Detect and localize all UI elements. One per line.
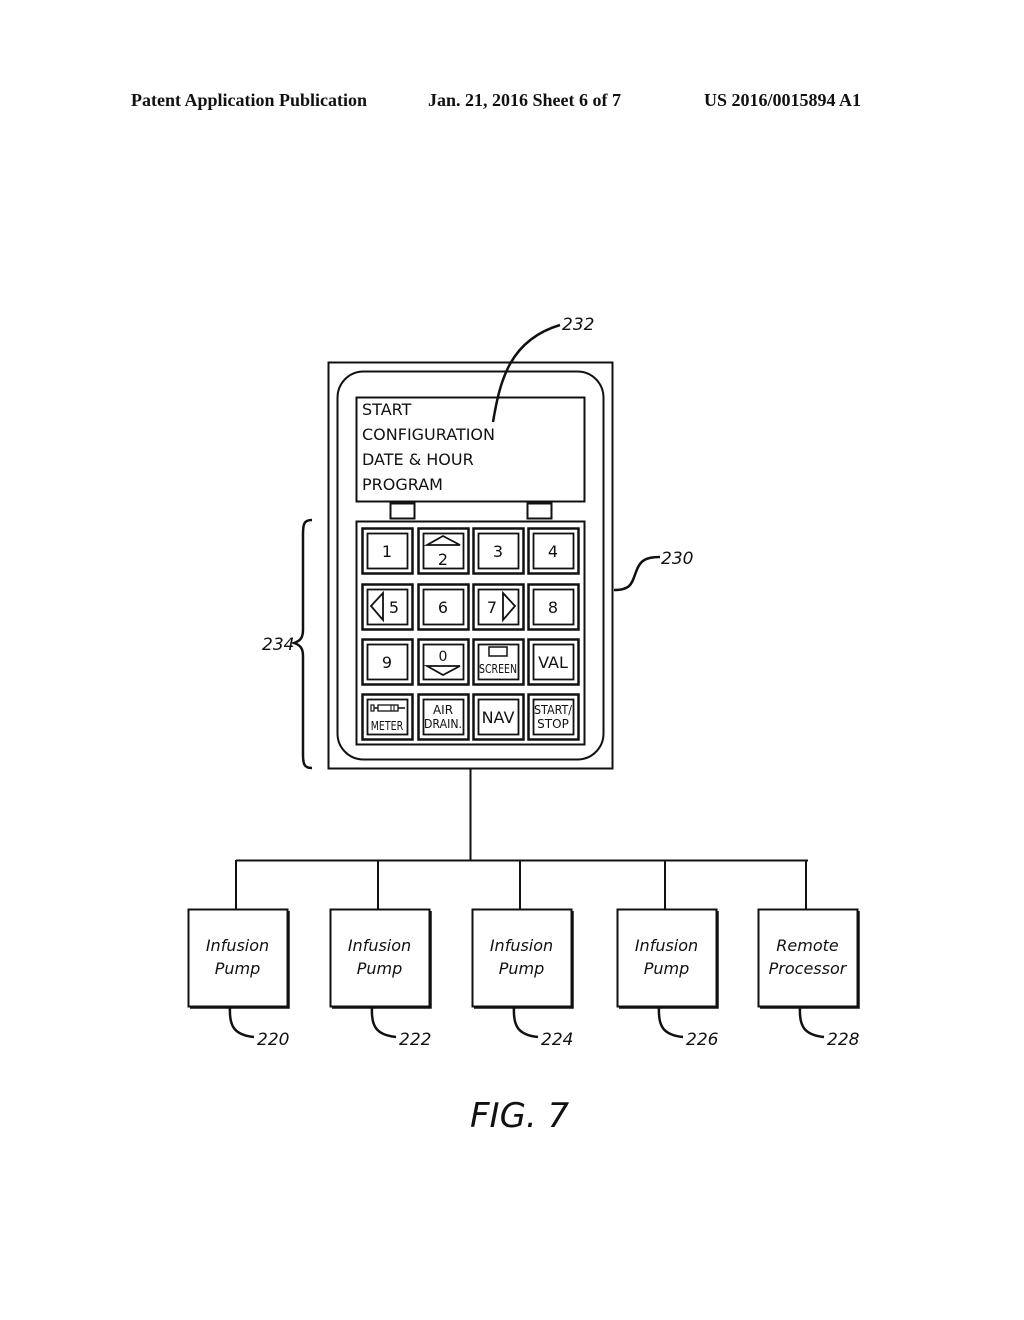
node-label-line1: Infusion [206, 936, 269, 955]
ref-label: 228 [827, 1030, 860, 1050]
infusion-pump-node: Infusion Pump 220 [187, 860, 290, 1050]
infusion-pump-node: Infusion Pump 224 [471, 860, 574, 1050]
connected-devices: Infusion Pump 220 Infusion Pump 222 Infusion Pu… [187, 860, 860, 1050]
figure-diagram: STARTCONFIGURATIONDATE & HOURPROGRAM 123… [187, 315, 860, 1136]
key-label: 5 [389, 598, 399, 617]
leader-line-230 [613, 555, 661, 592]
key-8[interactable]: 8 [527, 583, 580, 631]
leader-line [657, 1006, 684, 1039]
key-5[interactable]: 5 [361, 583, 414, 631]
ref-label: 224 [541, 1030, 573, 1050]
brace-234 [290, 518, 313, 770]
key-9[interactable]: 9 [361, 638, 414, 686]
node-label-line1: Infusion [490, 936, 553, 955]
leader-line [370, 1006, 397, 1039]
syringe-icon [370, 704, 405, 712]
leader-line [228, 1006, 255, 1039]
node-box [616, 908, 718, 1008]
up-arrow-icon [423, 534, 461, 546]
key-label: 9 [382, 653, 392, 672]
key-air-drain[interactable]: AIRDRAIN. [417, 693, 470, 741]
key-label: 0 [439, 649, 448, 665]
node-box [757, 908, 859, 1008]
key-screen[interactable]: SCREEN [472, 638, 525, 686]
screen-menu: START CONFIGURATION DATE & HOUR PROGRAM [362, 400, 495, 494]
node-label-line2: Pump [215, 959, 261, 978]
key-outer-border [361, 583, 414, 631]
key-1[interactable]: 1 [361, 527, 414, 575]
key-inner-border [366, 588, 409, 626]
infusion-pump-node: Infusion Pump 226 [616, 860, 719, 1050]
node-label-line2: Processor [769, 959, 848, 978]
node-label-line1: Infusion [635, 936, 698, 955]
keypad: 1 2 3 4 5 6 7 8 9 0 SCREEN VAL METER AIRDRAIN. NAV STAR… [361, 527, 580, 741]
key-3[interactable]: 3 [472, 527, 525, 575]
key-label: 8 [548, 598, 558, 617]
key-7[interactable]: 7 [472, 583, 525, 631]
key-val[interactable]: VAL [527, 638, 580, 686]
key-label: 2 [438, 550, 448, 569]
screen-menu-item: CONFIGURATION [362, 425, 495, 444]
key-outer-border [472, 583, 525, 631]
screen-tab-right [526, 502, 553, 520]
screen-menu-item: DATE & HOUR [362, 450, 474, 469]
key-label: START/ [534, 703, 573, 717]
ref-label-232: 232 [562, 315, 594, 335]
node-label-line1: Remote [776, 936, 839, 955]
key-2[interactable]: 2 [417, 527, 470, 575]
leader-line [512, 1006, 539, 1039]
node-label-line2: Pump [357, 959, 403, 978]
ref-label-230: 230 [661, 549, 693, 569]
down-arrow-icon [423, 665, 461, 677]
screen-menu-item: PROGRAM [362, 475, 443, 494]
key-4[interactable]: 4 [527, 527, 580, 575]
key-0[interactable]: 0 [417, 638, 470, 686]
key-label: 4 [548, 542, 558, 561]
key-label: METER [371, 719, 404, 733]
key-inner-border [477, 588, 520, 626]
key-label: DRAIN. [424, 717, 462, 731]
infusion-pump-node: Infusion Pump 222 [329, 860, 432, 1050]
screen-tab-left [389, 502, 416, 520]
right-arrow-icon [502, 590, 517, 623]
screen-icon [488, 646, 508, 657]
key-label: 6 [438, 598, 448, 617]
remote-processor-node: Remote Processor 228 [757, 860, 860, 1050]
key-label: NAV [482, 708, 515, 727]
key-meter[interactable]: METER [361, 693, 414, 741]
key-label: STOP [537, 717, 569, 731]
node-label-line1: Infusion [348, 936, 411, 955]
node-box [471, 908, 573, 1008]
ref-label: 222 [399, 1030, 431, 1050]
key-label: 7 [487, 598, 497, 617]
key-label: AIR [433, 703, 453, 717]
node-label-line2: Pump [644, 959, 690, 978]
key-6[interactable]: 6 [417, 583, 470, 631]
control-device: START CONFIGURATION DATE & HOUR PROGRAM 1 2 3… [327, 361, 614, 770]
leader-line-232 [491, 323, 561, 423]
key-label: 1 [382, 542, 392, 561]
figure-label: FIG. 7 [470, 1096, 570, 1136]
ref-label-234: 234 [262, 635, 294, 655]
leader-line [798, 1006, 825, 1039]
node-label-line2: Pump [499, 959, 545, 978]
key-label: VAL [538, 653, 568, 672]
ref-label: 226 [686, 1030, 719, 1050]
key-label: 3 [493, 542, 503, 561]
node-box [329, 908, 431, 1008]
left-arrow-icon [369, 590, 384, 623]
key-label: SCREEN [479, 662, 517, 676]
key-nav[interactable]: NAV [472, 693, 525, 741]
ref-label: 220 [257, 1030, 289, 1050]
screen-menu-item: START [362, 400, 412, 419]
key-start-stop[interactable]: START/STOP [527, 693, 580, 741]
node-box [187, 908, 289, 1008]
